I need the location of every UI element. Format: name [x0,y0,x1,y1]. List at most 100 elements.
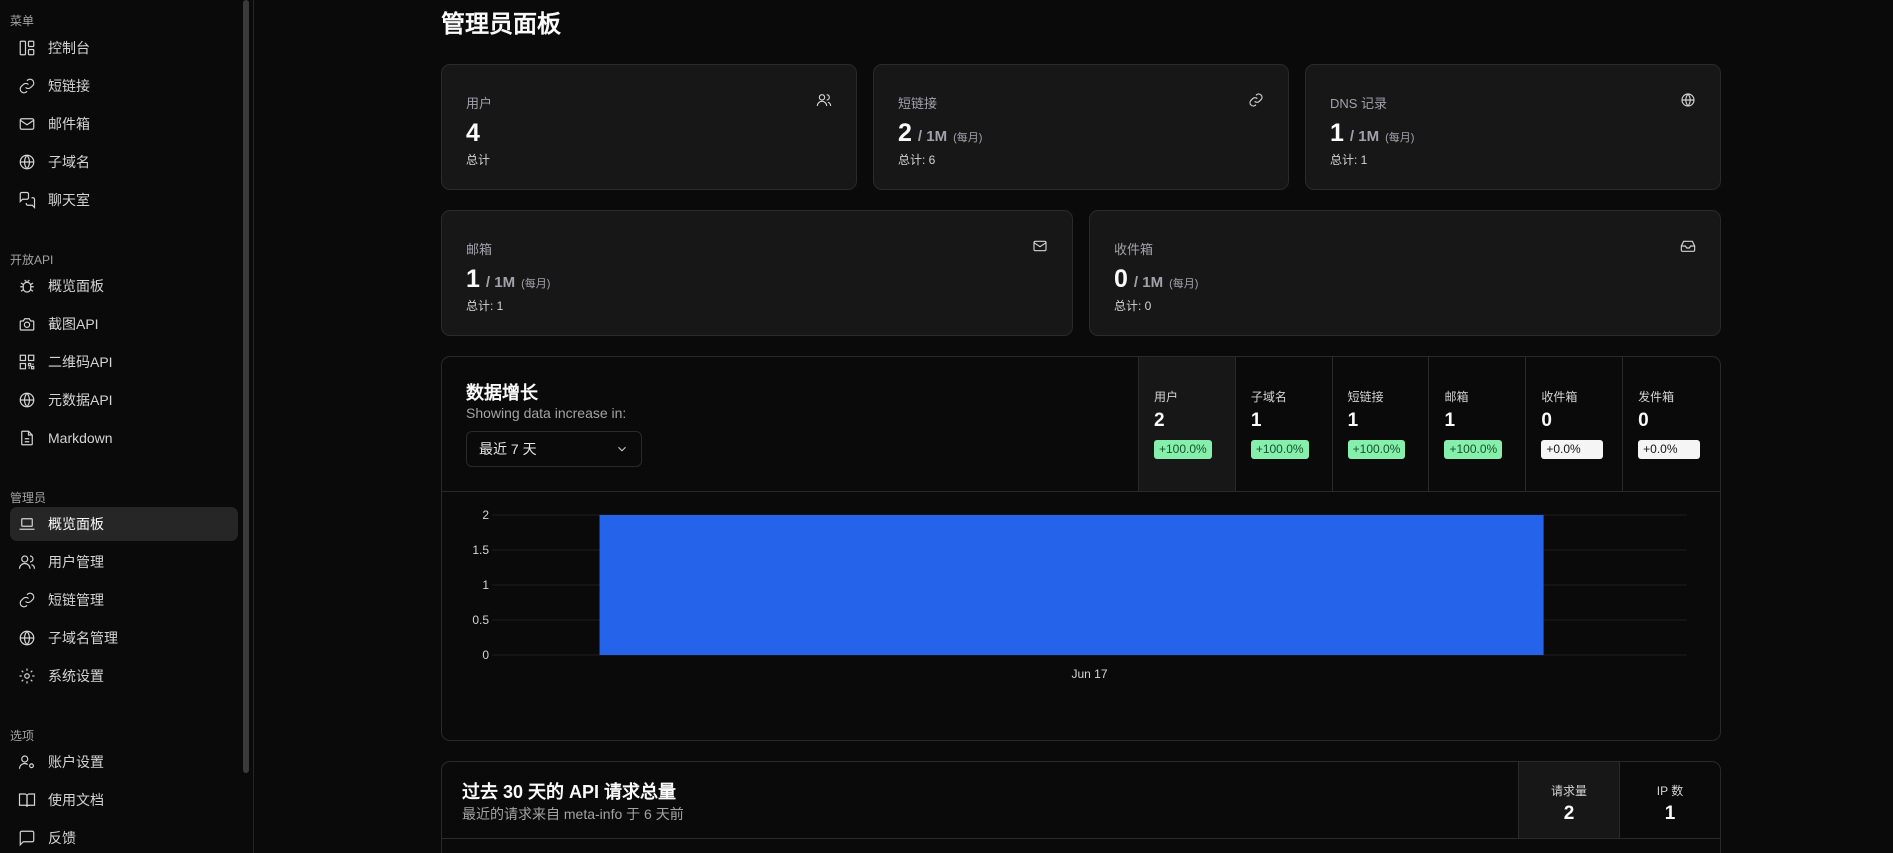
sidebar-item-api-overview[interactable]: 概览面板 [10,269,238,303]
api-title: 过去 30 天的 API 请求总量 [462,782,677,802]
card-value-group: 1 / 1M (每月) [1330,119,1414,148]
mail-icon [1032,238,1048,259]
y-tick-label: 1 [482,578,489,592]
card-value-group: 1 / 1M (每月) [466,265,550,294]
growth-stat-value: 0 [1638,410,1649,431]
chart-bar[interactable] [599,515,1544,655]
card-value-group: 0 / 1M (每月) [1114,265,1198,294]
section-title-open-api: 开放API [10,253,54,267]
sidebar-item-docs[interactable]: 使用文档 [10,783,238,817]
y-tick-label: 1.5 [472,543,489,557]
sidebar-item-feedback[interactable]: 反馈 [10,821,238,853]
card-label: 收件箱 [1114,242,1154,257]
sidebar-item-account-settings[interactable]: 账户设置 [10,745,238,779]
stat-card-dns-records: DNS 记录 1 / 1M (每月) 总计: 1 [1305,64,1721,190]
growth-change-badge: +100.0% [1444,440,1503,459]
section-title-options: 选项 [10,729,35,743]
sidebar-scrollbar[interactable] [243,0,249,773]
book-icon [18,793,36,807]
y-tick-label: 2 [482,508,489,522]
card-value-group: 2 / 1M (每月) [898,119,982,148]
card-limit: / 1M [1349,128,1380,145]
bug-icon [20,279,34,293]
sidebar-item-markdown[interactable]: Markdown [10,421,238,455]
growth-description: Showing data increase in: [466,405,627,421]
y-tick-label: 0.5 [472,613,489,627]
sidebar-item-qrcode-api[interactable]: 二维码API [10,345,238,379]
sidebar-item-system-settings[interactable]: 系统设置 [10,659,238,693]
growth-stat-value: 1 [1444,410,1456,431]
sidebar-item-subdomains[interactable]: 子域名 [10,145,238,179]
inbox-icon [1680,238,1696,259]
card-period: (每月) [1169,278,1199,290]
card-total: 总计: 1 [466,299,504,313]
growth-change-badge: +0.0% [1638,440,1701,459]
card-limit: / 1M [917,128,948,145]
growth-change-badge: +100.0% [1250,440,1309,459]
sidebar-item-admin-overview[interactable]: 概览面板 [10,507,238,541]
api-stat-ips[interactable]: IP 数 1 [1619,762,1720,838]
card-limit: / 1M [1133,274,1164,291]
api-description: 最近的请求来自 meta-info 于 6 天前 [462,806,684,822]
card-period: (每月) [953,132,983,144]
sidebar-item-label: 概览面板 [48,278,104,294]
gear-icon [19,668,35,684]
sidebar-item-chatroom[interactable]: 聊天室 [10,183,238,217]
card-value: 1 [466,265,480,293]
time-range-value: 最近 7 天 [479,441,537,457]
growth-stat-subdomains[interactable]: 子域名 1 +100.0% [1236,357,1333,491]
growth-stat-inbox[interactable]: 收件箱 0 +0.0% [1526,357,1624,491]
card-value: 2 [898,119,912,147]
globe-icon [19,154,35,170]
dashboard-icon [19,40,35,56]
card-period: (每月) [521,278,551,290]
growth-stat-value: 2 [1154,410,1165,431]
sidebar-item-label: 聊天室 [48,192,90,208]
stat-card-email: 邮箱 1 / 1M (每月) 总计: 1 [441,210,1073,336]
sidebar-item-mailbox[interactable]: 邮件箱 [10,107,238,141]
link-icon [19,78,35,94]
sidebar-item-label: 邮件箱 [48,116,90,132]
stat-card-short-links: 短链接 2 / 1M (每月) 总计: 6 [873,64,1289,190]
card-period: (每月) [1385,132,1415,144]
sidebar-item-subdomain-management[interactable]: 子域名管理 [10,621,238,655]
growth-stat-outbox[interactable]: 发件箱 0 +0.0% [1623,357,1720,491]
sidebar-item-console[interactable]: 控制台 [10,31,238,65]
growth-stat-label: 用户 [1154,390,1179,404]
card-label: DNS 记录 [1330,96,1388,111]
section-title-admin: 管理员 [10,491,47,505]
card-total: 总计 [466,153,491,167]
sidebar-item-link-management[interactable]: 短链管理 [10,583,238,617]
page-title: 管理员面板 [441,11,561,38]
card-value: 1 [1330,119,1344,147]
sidebar-item-label: 使用文档 [48,792,104,808]
sidebar-item-user-management[interactable]: 用户管理 [10,545,238,579]
sidebar-item-short-links[interactable]: 短链接 [10,69,238,103]
sidebar-item-screenshot-api[interactable]: 截图API [10,307,238,341]
sidebar-item-metadata-api[interactable]: 元数据API [10,383,238,417]
growth-change-badge: +100.0% [1154,440,1212,459]
link-icon [19,592,35,608]
growth-stat-email[interactable]: 邮箱 1 +100.0% [1429,357,1527,491]
api-stat-requests[interactable]: 请求量 2 [1518,762,1619,838]
time-range-select[interactable]: 最近 7 天 [466,431,642,467]
card-value: 0 [1114,265,1128,293]
api-stat-value: 1 [1664,803,1676,824]
growth-stat-label: 邮箱 [1444,390,1469,404]
api-stat-label: 请求量 [1550,784,1587,798]
x-tick-label: Jun 17 [1071,667,1107,681]
sidebar-item-label: 短链接 [48,78,90,94]
growth-stat-short-links[interactable]: 短链接 1 +100.0% [1333,357,1430,491]
growth-stat-value: 1 [1347,410,1359,431]
globe-icon [19,392,35,408]
chat-icon [19,191,36,209]
sidebar-item-label: 子域名管理 [48,630,118,646]
section-title-menu: 菜单 [10,14,35,28]
globe-icon [19,630,35,646]
card-total: 总计: 0 [1114,299,1152,313]
card-label: 用户 [466,96,493,111]
growth-stat-users[interactable]: 用户 2 +100.0% [1139,357,1236,491]
user-settings-icon [18,755,34,769]
growth-stat-value: 0 [1541,410,1552,431]
divider [442,838,1720,839]
